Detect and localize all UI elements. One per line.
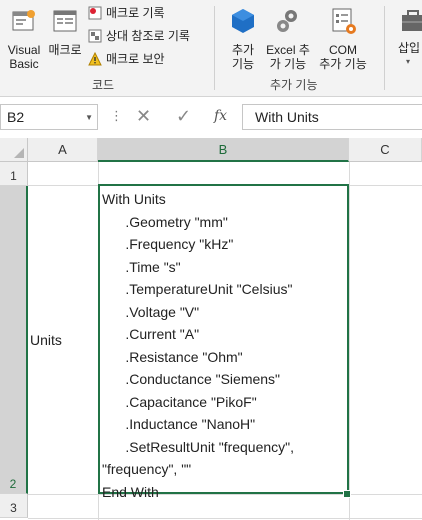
cell-b2-line: .Capacitance "PikoF" [102, 393, 257, 410]
enter-icon[interactable]: ✓ [176, 106, 191, 127]
cell-b2-line: .Frequency "kHz" [102, 236, 234, 252]
row-header-2[interactable]: 2 [0, 186, 28, 494]
column-header-a[interactable]: A [28, 138, 98, 162]
select-all-corner[interactable] [0, 138, 28, 162]
formula-input[interactable]: With Units [242, 104, 422, 130]
name-box[interactable]: B2 ▼ [0, 104, 98, 130]
insert-button[interactable]: 삽입 ▾ [392, 6, 422, 69]
gridline [349, 162, 350, 520]
com-addins-label-2: 추가 기능 [319, 57, 367, 71]
addins-label-1: 추가 [231, 43, 255, 57]
formula-bar: B2 ▼ ⋮ ✕ ✓ fx With Units [0, 100, 422, 136]
relative-refs-button[interactable]: 상대 참조로 기록 [88, 27, 190, 45]
column-header-c[interactable]: C [349, 138, 422, 162]
cell-b2-line: With Units [102, 191, 166, 207]
relative-reference-icon [88, 29, 102, 43]
cell-b2-line: .TemperatureUnit "Celsius" [102, 281, 293, 297]
ribbon-separator [384, 6, 385, 90]
fill-handle[interactable] [343, 490, 351, 498]
row-number: 2 [9, 477, 17, 491]
visual-basic-button[interactable]: Visual Basic [4, 6, 44, 71]
excel-addins-label-1: Excel 추 [266, 43, 310, 57]
cancel-icon[interactable]: ✕ [136, 106, 151, 127]
chevron-down-icon: ▾ [406, 57, 411, 66]
formula-value: With Units [255, 109, 319, 125]
ribbon: Visual Basic 매크로 매크로 기록 상대 참조로 기록 매크로 보안… [0, 0, 422, 97]
gridline [28, 518, 422, 519]
macro-security-label: 매크로 보안 [106, 52, 165, 66]
group-code-label: 코드 [92, 78, 115, 92]
toolbox-icon [402, 10, 422, 31]
ribbon-separator [214, 6, 215, 90]
record-macro-button[interactable]: 매크로 기록 [88, 4, 165, 22]
cell-b2-text: With Units .Geometry "mm" .Frequency "kH… [102, 188, 294, 503]
record-macro-label: 매크로 기록 [106, 6, 165, 20]
macro-security-button[interactable]: 매크로 보안 [88, 50, 165, 68]
cell-b2-line: .Time "s" [102, 258, 181, 275]
macros-label: 매크로 [48, 43, 82, 57]
cell-a2[interactable]: Units [30, 332, 62, 348]
addins-button[interactable]: 추가 기능 [222, 6, 264, 71]
visual-basic-label-2: Basic [9, 57, 39, 71]
com-addins-button[interactable]: COM 추가 기능 [316, 6, 370, 71]
cell-b2-line: .Inductance "NanoH" [102, 416, 256, 432]
cell-b2-line: .Current "A" [102, 326, 200, 342]
record-icon [88, 6, 102, 20]
formula-controls: ⋮ ✕ ✓ fx [104, 104, 238, 130]
cell-b2[interactable]: With Units .Geometry "mm" .Frequency "kH… [98, 184, 349, 500]
visual-basic-label-1: Visual [7, 43, 41, 57]
macros-icon [53, 10, 77, 32]
excel-addins-label-2: 가 기능 [269, 57, 307, 71]
warning-icon [88, 51, 102, 66]
cell-b2-line: .Conductance "Siemens" [102, 371, 281, 387]
macros-button[interactable]: 매크로 [46, 6, 84, 57]
row-number: 3 [10, 501, 17, 515]
insert-label: 삽입 [398, 41, 421, 55]
com-addins-icon [332, 8, 356, 34]
group-addins-label: 추가 기능 [270, 78, 318, 92]
row-header-1[interactable]: 1 [0, 162, 28, 186]
cell-b2-line: .Voltage "V" [102, 303, 200, 320]
chevron-down-icon[interactable]: ▼ [85, 113, 93, 122]
relative-refs-label: 상대 참조로 기록 [106, 29, 190, 43]
excel-addins-button[interactable]: Excel 추 가 기능 [266, 6, 310, 71]
cell-b2-line: .SetResultUnit "frequency", [102, 438, 295, 455]
row-number: 1 [10, 169, 17, 183]
spreadsheet-grid: A B C 1 2 3 Units With Units .Geometry "… [0, 138, 422, 520]
row-header-3[interactable]: 3 [0, 494, 28, 518]
com-addins-label-1: COM [329, 43, 357, 57]
cell-b2-line: .Resistance "Ohm" [102, 348, 243, 365]
cell-b2-line: .Geometry "mm" [102, 213, 228, 230]
more-icon: ⋮ [110, 108, 123, 123]
column-header-b[interactable]: B [98, 138, 349, 162]
gear-icon [277, 10, 297, 32]
insert-function-icon[interactable]: fx [214, 108, 227, 124]
cell-b2-line: "frequency", "" [102, 461, 192, 477]
addins-icon [232, 9, 254, 33]
addins-label-2: 기능 [231, 57, 255, 71]
cell-b2-line: End With [102, 483, 159, 500]
visual-basic-icon [12, 10, 35, 31]
name-box-value: B2 [7, 109, 25, 125]
